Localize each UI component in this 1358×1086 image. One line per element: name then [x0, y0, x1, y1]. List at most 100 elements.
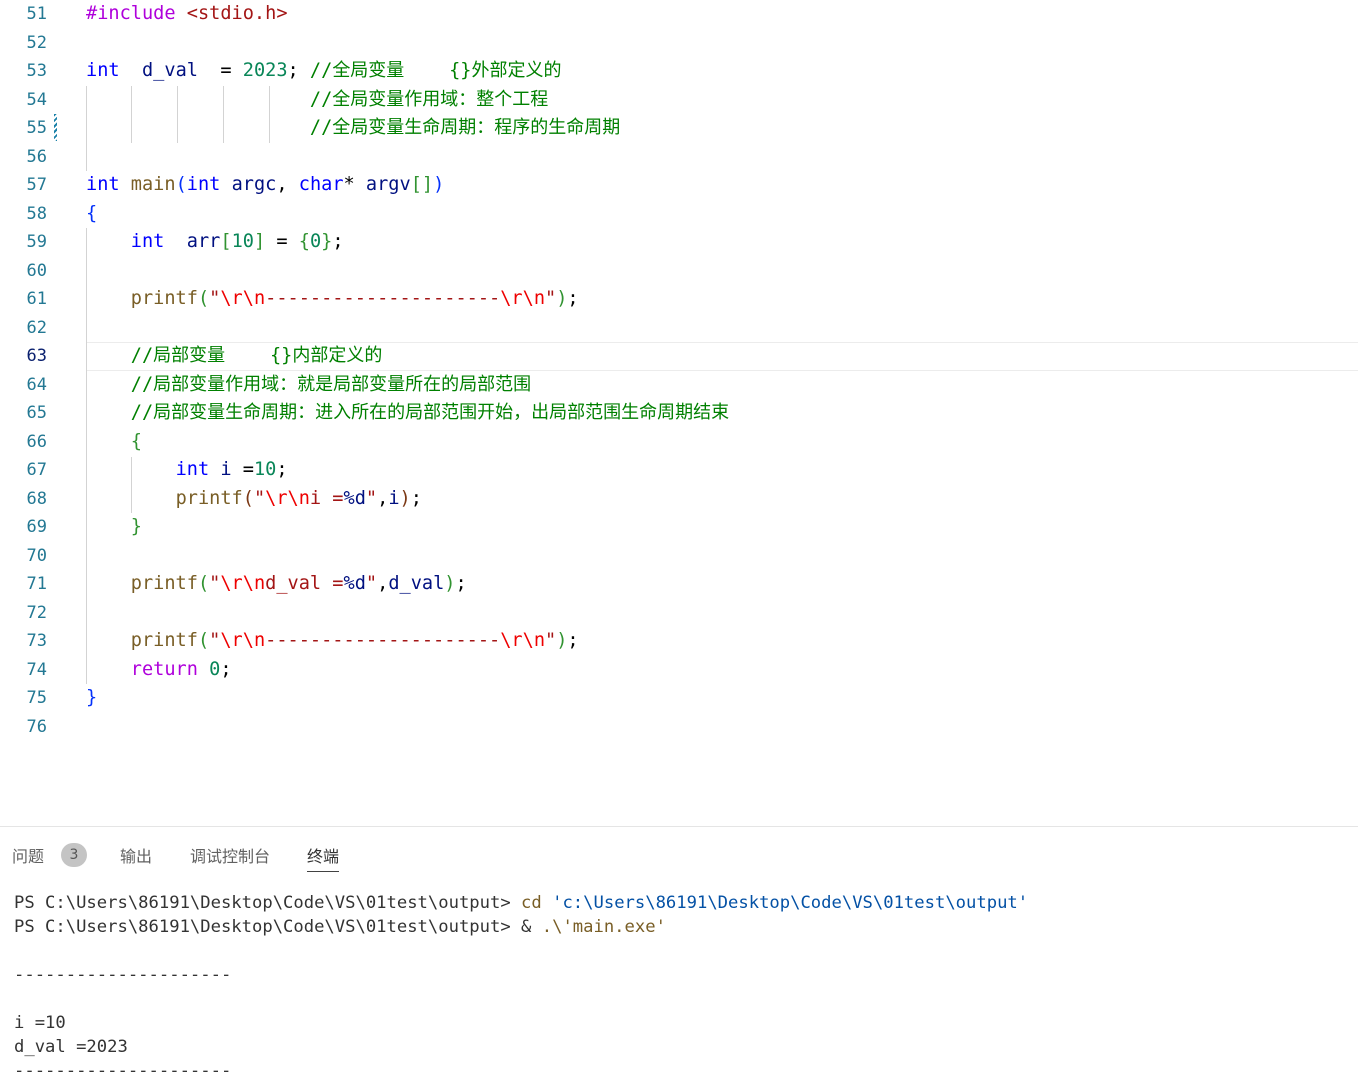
- code-line[interactable]: 60: [0, 257, 1358, 286]
- line-number[interactable]: 63: [0, 346, 47, 366]
- code-line[interactable]: 59 int arr[10] = {0};: [0, 228, 1358, 257]
- line-number[interactable]: 75: [0, 688, 47, 708]
- tab-output[interactable]: 输出: [120, 847, 152, 871]
- code-line[interactable]: 74 return 0;: [0, 656, 1358, 685]
- line-number[interactable]: 60: [0, 261, 47, 281]
- code-line[interactable]: 57 int main(int argc, char* argv[]): [0, 171, 1358, 200]
- line-number[interactable]: 51: [0, 4, 47, 24]
- code-token: {: [130, 430, 142, 452]
- line-number[interactable]: 68: [0, 489, 47, 509]
- code-line[interactable]: 52: [0, 29, 1358, 58]
- line-number[interactable]: 76: [0, 717, 47, 737]
- line-number[interactable]: 61: [0, 289, 47, 309]
- code-line[interactable]: 71 printf("\r\nd_val =%d",d_val);: [0, 570, 1358, 599]
- code-line[interactable]: 66 {: [0, 428, 1358, 457]
- code-token: //: [130, 373, 154, 395]
- line-number[interactable]: 53: [0, 61, 47, 81]
- code-line[interactable]: 73 printf("\r\n---------------------\r\n…: [0, 627, 1358, 656]
- code-token: printf: [130, 573, 198, 594]
- code-token: {}: [449, 60, 472, 81]
- indent-guide: [86, 228, 87, 684]
- code-line[interactable]: 69 }: [0, 513, 1358, 542]
- line-number[interactable]: 66: [0, 432, 47, 452]
- code-token: =: [231, 459, 254, 480]
- code-token: ;: [410, 487, 422, 509]
- code-text: //全局变量作用域：整个工程: [86, 89, 548, 111]
- line-number[interactable]: 52: [0, 33, 47, 53]
- indent-guide: [131, 457, 132, 513]
- line-number[interactable]: 71: [0, 574, 47, 594]
- terminal-token: 'c:\Users\86191\Desktop\Code\VS\01test\o…: [552, 893, 1029, 913]
- code-token: //: [130, 402, 154, 423]
- tab-terminal[interactable]: 终端: [307, 847, 340, 872]
- line-number[interactable]: 58: [0, 204, 47, 224]
- line-number[interactable]: 62: [0, 318, 47, 338]
- code-token: printf: [130, 630, 198, 651]
- line-number[interactable]: 59: [0, 232, 47, 252]
- code-token: 10: [253, 459, 277, 480]
- code-line[interactable]: 54 //全局变量作用域：整个工程: [0, 86, 1358, 115]
- code-token: ): [433, 174, 445, 195]
- code-token: {: [298, 231, 310, 252]
- line-number[interactable]: 57: [0, 175, 47, 195]
- code-token: ): [556, 630, 568, 651]
- code-line[interactable]: 75}: [0, 684, 1358, 713]
- code-line[interactable]: 53 int d_val = 2023; //全局变量 {}外部定义的: [0, 57, 1358, 86]
- line-number[interactable]: 56: [0, 147, 47, 167]
- tab-problems[interactable]: 问题: [12, 847, 44, 871]
- code-token: ": [209, 630, 221, 651]
- line-number[interactable]: 70: [0, 546, 47, 566]
- code-line[interactable]: 68 printf("\r\ni =%d",i);: [0, 485, 1358, 514]
- code-line[interactable]: 56: [0, 143, 1358, 172]
- terminal-token: PS C:\Users\86191\Desktop\Code\VS\01test…: [14, 917, 542, 937]
- line-number[interactable]: 69: [0, 517, 47, 537]
- code-line[interactable]: 65 //局部变量生命周期：进入所在的局部范围开始，出局部范围生命周期结束: [0, 399, 1358, 428]
- code-token: char: [298, 174, 344, 195]
- code-line[interactable]: 64 //局部变量作用域：就是局部变量所在的局部范围: [0, 371, 1358, 400]
- tab-debug-console[interactable]: 调试控制台: [190, 847, 270, 871]
- terminal-line: ---------------------: [14, 963, 1028, 987]
- code-token: }: [130, 516, 142, 537]
- code-text: printf("\r\n---------------------\r\n");: [86, 288, 579, 310]
- code-text: //全局变量生命周期：程序的生命周期: [86, 117, 620, 139]
- code-token: ;: [567, 288, 579, 309]
- code-line[interactable]: 70: [0, 542, 1358, 571]
- code-token: \r\n: [500, 630, 546, 651]
- line-number[interactable]: 65: [0, 403, 47, 423]
- code-token: }: [86, 687, 98, 708]
- line-number[interactable]: 54: [0, 90, 47, 110]
- code-line[interactable]: 67 int i =10;: [0, 456, 1358, 485]
- code-token: ;: [287, 60, 310, 81]
- code-token: printf: [130, 288, 198, 309]
- code-line[interactable]: 72: [0, 599, 1358, 628]
- terminal-token: ---------------------: [14, 965, 232, 985]
- indent-guide: [177, 86, 178, 143]
- code-line[interactable]: 58 {: [0, 200, 1358, 229]
- indent-guide: [223, 86, 224, 143]
- code-token: ": [209, 288, 221, 309]
- line-number[interactable]: 72: [0, 603, 47, 623]
- code-editor[interactable]: 51 #include <stdio.h> 52 53 int d_val = 2023…: [0, 0, 1358, 826]
- line-number[interactable]: 67: [0, 460, 47, 480]
- code-text: printf("\r\nd_val =%d",d_val);: [86, 573, 467, 595]
- line-number[interactable]: 73: [0, 631, 47, 651]
- code-line[interactable]: 55 //全局变量生命周期：程序的生命周期: [0, 114, 1358, 143]
- terminal-line: PS C:\Users\86191\Desktop\Code\VS\01test…: [14, 915, 1028, 939]
- code-token: 局部变量: [153, 345, 226, 366]
- code-line[interactable]: 76: [0, 713, 1358, 742]
- line-number[interactable]: 74: [0, 660, 47, 680]
- terminal-output[interactable]: PS C:\Users\86191\Desktop\Code\VS\01test…: [14, 891, 1028, 1083]
- code-line[interactable]: 63 //局部变量 {}内部定义的: [0, 342, 1358, 371]
- git-modified-gutter-marker[interactable]: [54, 114, 57, 141]
- code-line[interactable]: 62: [0, 314, 1358, 343]
- code-line[interactable]: 51 #include <stdio.h>: [0, 0, 1358, 29]
- line-number[interactable]: 55: [0, 118, 47, 138]
- code-line[interactable]: 61 printf("\r\n---------------------\r\n…: [0, 285, 1358, 314]
- bottom-panel: 问题 3 输出 调试控制台 终端 PS C:\Users\86191\Deskt…: [0, 826, 1358, 1086]
- line-number[interactable]: 64: [0, 375, 47, 395]
- code-token: ): [556, 288, 568, 309]
